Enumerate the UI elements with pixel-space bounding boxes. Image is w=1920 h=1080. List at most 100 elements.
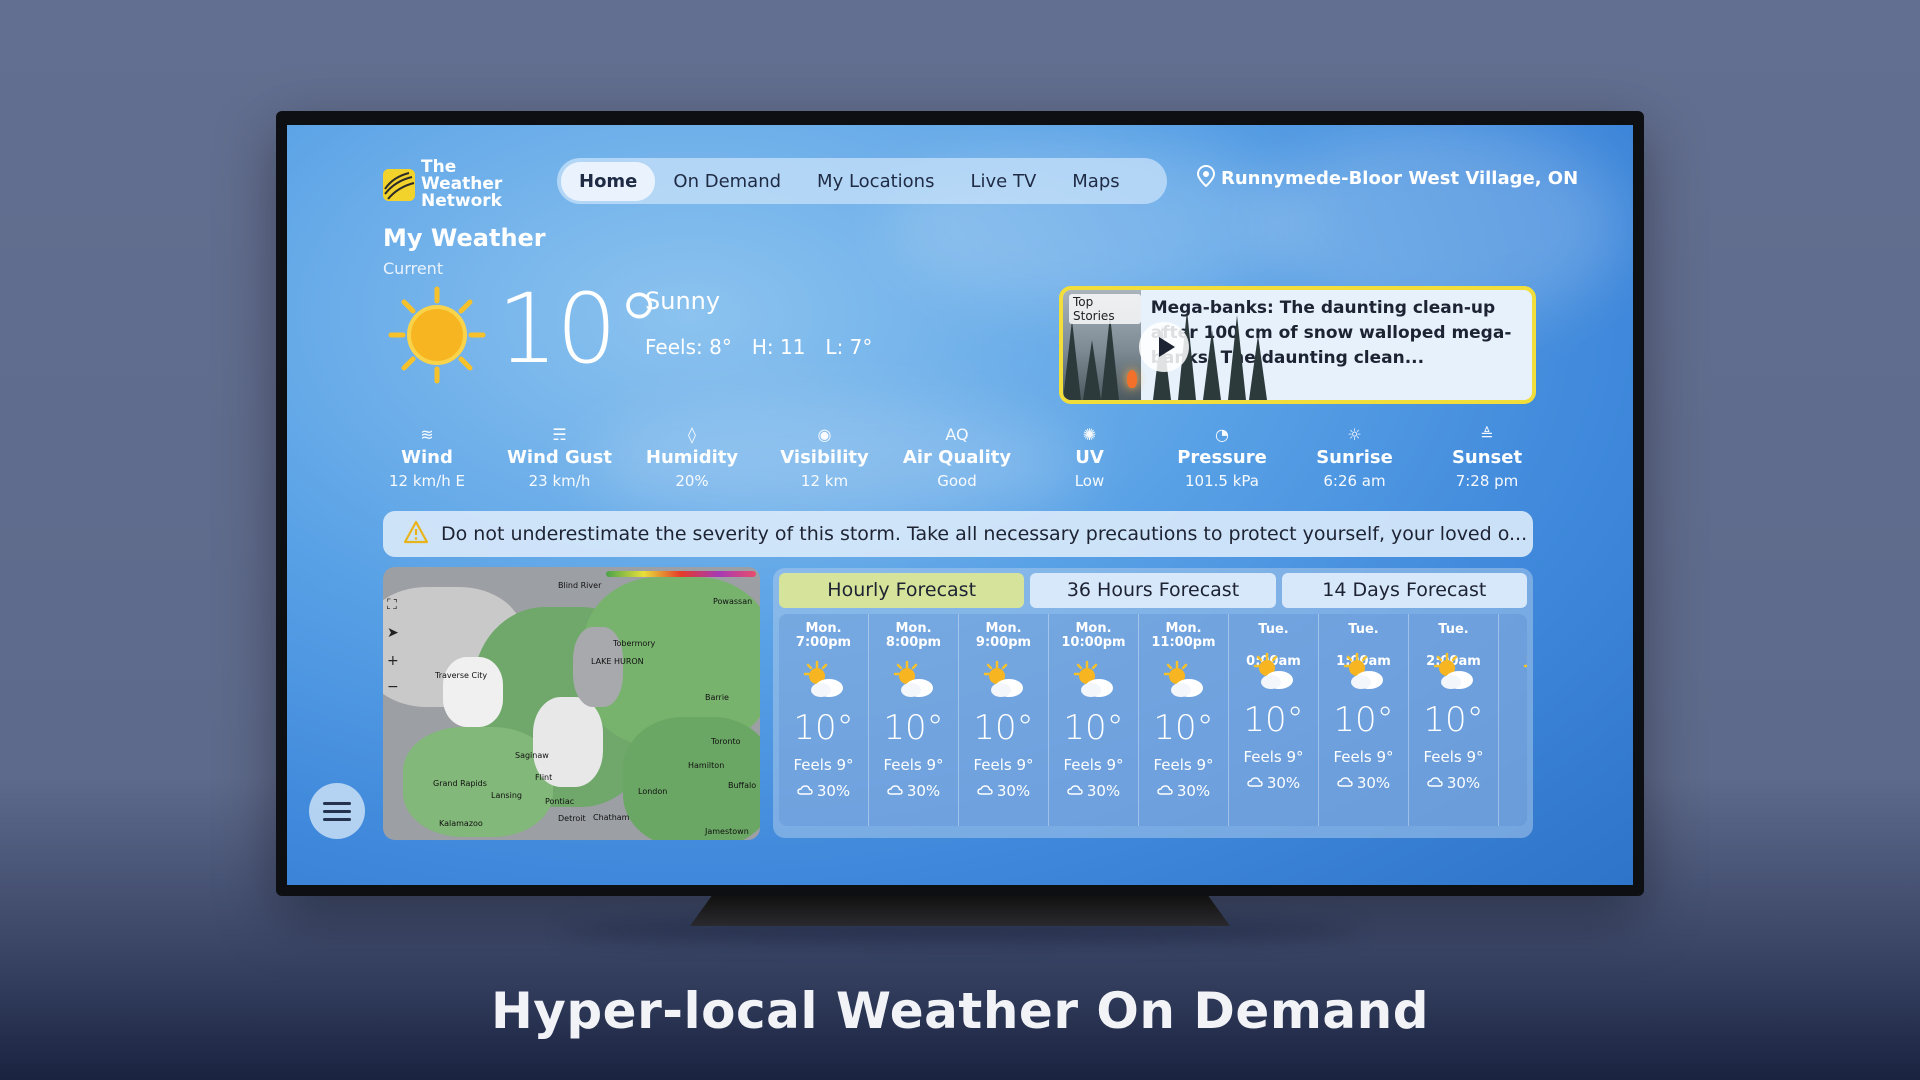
- forecast-precip: 30%: [779, 782, 868, 800]
- stat-visibility: ◉ Visibility 12 km: [765, 425, 885, 490]
- locate-icon[interactable]: ➤: [387, 625, 399, 641]
- forecast-precip-value: 30%: [816, 782, 851, 800]
- partly-cloudy-icon: [1499, 652, 1527, 696]
- menu-icon-bar: [323, 817, 351, 821]
- map-city-label: Kalamazoo: [439, 819, 483, 828]
- nav-home[interactable]: Home: [561, 161, 656, 201]
- partly-cloudy-icon: [959, 660, 1048, 704]
- warning-icon: [403, 520, 429, 549]
- stat-pressure: ◔ Pressure 101.5 kPa: [1162, 425, 1282, 490]
- forecast-hour: 8:00pm: [885, 635, 942, 650]
- radar-map[interactable]: Blind River Powassan Tobermory LAKE HURO…: [383, 567, 760, 840]
- forecast-time: Tue: [1499, 614, 1527, 646]
- forecast-precip: [1499, 774, 1527, 792]
- menu-icon-bar: [323, 809, 351, 813]
- zoom-out-icon[interactable]: −: [387, 679, 399, 695]
- forecast-feels-like: Feels 9°: [1063, 756, 1124, 774]
- forecast-day: Mon.: [1165, 621, 1202, 636]
- forecast-time: Tue. 1:00am: [1336, 622, 1391, 669]
- stat-value: Low: [1074, 472, 1105, 490]
- tab-hourly-forecast[interactable]: Hourly Forecast: [779, 573, 1025, 608]
- partly-cloudy-icon: [1139, 660, 1228, 704]
- air-quality-icon: AQ: [945, 425, 969, 444]
- nav-on-demand[interactable]: On Demand: [655, 162, 799, 201]
- stat-value: 12 km: [800, 472, 849, 490]
- stat-value: 7:28 pm: [1455, 472, 1519, 490]
- forecast-feels-like: Feels 9°: [1153, 756, 1214, 774]
- stat-value: 12 km/h E: [389, 472, 465, 490]
- hourly-forecast-item[interactable]: Tue 1 F: [1499, 614, 1527, 826]
- nav-live-tv[interactable]: Live TV: [952, 162, 1054, 201]
- feels-like: Feels: 8°: [645, 335, 732, 359]
- forecast-precip: 30%: [1319, 774, 1408, 792]
- hourly-forecast-item[interactable]: Tue. 2:00am 10° Feels 9° 30%: [1409, 614, 1499, 826]
- forecast-day: Mon.: [895, 621, 932, 636]
- map-city-label: Traverse City: [435, 671, 488, 680]
- forecast-time: Tue. 2:00am: [1426, 622, 1481, 669]
- brand-line-1: The Weather: [421, 157, 503, 194]
- forecast-feels-like: Feels 9°: [973, 756, 1034, 774]
- forecast-feels-like: F: [1499, 748, 1527, 766]
- menu-button[interactable]: [309, 783, 365, 839]
- hourly-forecast-item[interactable]: Tue. 1:00am 10° Feels 9° 30%: [1319, 614, 1409, 826]
- stat-label: UV: [1075, 447, 1104, 468]
- forecast-time: Mon. 7:00pm: [779, 614, 868, 654]
- hourly-forecast-item[interactable]: Mon. 10:00pm 10° Feels 9° 30%: [1049, 614, 1139, 826]
- stat-value: 23 km/h: [528, 472, 591, 490]
- tab-36-hours-forecast[interactable]: 36 Hours Forecast: [1030, 573, 1276, 608]
- stat-label: Sunrise: [1316, 447, 1393, 468]
- hourly-forecast-item[interactable]: Mon. 9:00pm 10° Feels 9° 30%: [959, 614, 1049, 826]
- weather-alert-banner[interactable]: Do not underestimate the severity of thi…: [383, 511, 1533, 557]
- forecast-feels-like: Feels 9°: [793, 756, 854, 774]
- top-story-card[interactable]: Top Stories Mega-banks: The daunting cle…: [1059, 286, 1536, 404]
- stat-humidity: ◊ Humidity 20%: [632, 425, 752, 490]
- nav-maps[interactable]: Maps: [1054, 162, 1137, 201]
- partly-cloudy-icon: [1409, 652, 1498, 696]
- partly-cloudy-icon: [1229, 652, 1318, 696]
- partly-cloudy-icon: [779, 660, 868, 704]
- partly-cloudy-icon: [1049, 660, 1138, 704]
- forecast-feels-like: Feels 9°: [1333, 748, 1394, 766]
- uv-icon: ✺: [1082, 425, 1097, 444]
- forecast-hour: 7:00pm: [795, 635, 852, 650]
- weather-stats: ≋ Wind 12 km/h E ☴ Wind Gust 23 km/h ◊ H…: [367, 425, 1547, 490]
- current-temperature: 10°: [497, 273, 663, 385]
- location-selector[interactable]: Runnymede-Bloor West Village, ON: [1196, 164, 1578, 192]
- map-city-label: Buffalo: [728, 781, 757, 790]
- forecast-precip: 30%: [1049, 782, 1138, 800]
- map-city-label: Powassan: [713, 597, 753, 606]
- forecast-time: Mon. 9:00pm: [959, 614, 1048, 654]
- stat-label: Pressure: [1177, 447, 1267, 468]
- hourly-forecast-item[interactable]: Mon. 11:00pm 10° Feels 9° 30%: [1139, 614, 1229, 826]
- forecast-temperature: 10°: [793, 708, 854, 748]
- partly-cloudy-icon: [869, 660, 958, 704]
- map-city-label: Flint: [535, 773, 553, 782]
- forecast-time: Mon. 10:00pm: [1049, 614, 1138, 654]
- forecast-temperature: 10°: [1333, 700, 1394, 740]
- forecast-precip-value: 30%: [1266, 774, 1301, 792]
- story-thumbnail: Top Stories: [1063, 290, 1267, 400]
- nav-my-locations[interactable]: My Locations: [799, 162, 952, 201]
- sunset-icon: ≜: [1480, 425, 1494, 444]
- hourly-forecast-item[interactable]: Mon. 8:00pm 10° Feels 9° 30%: [869, 614, 959, 826]
- rain-cloud-icon: [977, 782, 997, 800]
- stat-value: 6:26 am: [1323, 472, 1386, 490]
- stat-label: Air Quality: [902, 447, 1012, 468]
- hourly-forecast-item[interactable]: Tue. 0:00am 10° Feels 9° 30%: [1229, 614, 1319, 826]
- zoom-in-icon[interactable]: +: [387, 653, 399, 669]
- hourly-forecast-list[interactable]: Mon. 7:00pm 10° Feels 9° 30% Mon. 8:00pm 10° Fee…: [779, 614, 1527, 826]
- play-icon[interactable]: [1139, 322, 1189, 372]
- alert-text: Do not underestimate the severity of thi…: [441, 523, 1528, 545]
- hourly-forecast-item[interactable]: Mon. 7:00pm 10° Feels 9° 30%: [779, 614, 869, 826]
- forecast-precip-value: 30%: [1446, 774, 1481, 792]
- forecast-feels-like: Feels 9°: [1243, 748, 1304, 766]
- tab-14-days-forecast[interactable]: 14 Days Forecast: [1281, 573, 1527, 608]
- stat-wind-gust: ☴ Wind Gust 23 km/h: [500, 425, 620, 490]
- map-city-label: LAKE HURON: [591, 657, 644, 666]
- low-temp: L: 7°: [825, 335, 873, 359]
- forecast-day: Mon.: [805, 621, 842, 636]
- rain-cloud-icon: [1157, 782, 1177, 800]
- fire-graphic: [1127, 370, 1137, 388]
- map-city-label: Detroit: [558, 814, 586, 823]
- fullscreen-icon[interactable]: ⛶: [387, 597, 397, 613]
